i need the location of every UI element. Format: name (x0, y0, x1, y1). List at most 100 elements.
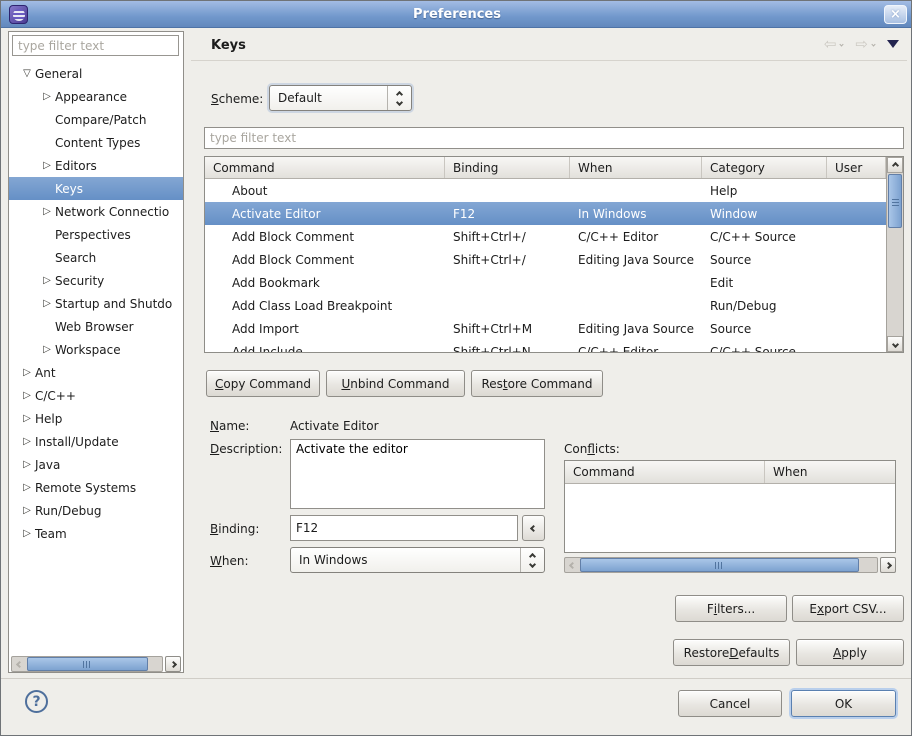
copy-command-button[interactable]: Copy Command (206, 370, 320, 397)
expander-collapsed-icon[interactable]: ▷ (19, 459, 35, 470)
table-row[interactable]: Add IncludeShift+Ctrl+NC/C++ EditorC/C++… (205, 340, 886, 352)
sidebar-item-perspectives[interactable]: Perspectives (9, 223, 183, 246)
sidebar-item-network-connections[interactable]: ▷Network Connectio (9, 200, 183, 223)
expander-collapsed-icon[interactable]: ▷ (19, 482, 35, 493)
sidebar-item-remote-systems[interactable]: ▷Remote Systems (9, 476, 183, 499)
forward-menu-chevron-icon[interactable] (871, 42, 875, 46)
chevron-left-icon (530, 524, 537, 531)
expander-collapsed-icon[interactable]: ▷ (39, 91, 55, 102)
column-header-user[interactable]: User (827, 157, 886, 178)
sidebar-item-help[interactable]: ▷Help (9, 407, 183, 430)
back-arrow-icon[interactable]: ⇦ (824, 35, 837, 53)
sidebar-item-keys[interactable]: Keys (9, 177, 183, 200)
scrollbar-thumb[interactable] (27, 657, 148, 671)
conflicts-label: Conflicts: (564, 442, 620, 456)
when-combo[interactable]: In Windows (290, 547, 545, 573)
expander-collapsed-icon[interactable]: ▷ (19, 390, 35, 401)
page-title: Keys (211, 38, 246, 53)
filters-button[interactable]: Filters... (675, 595, 787, 622)
scroll-left-button[interactable] (565, 558, 580, 572)
command-filter-input[interactable] (204, 127, 904, 149)
sidebar-item-run-debug[interactable]: ▷Run/Debug (9, 499, 183, 522)
eclipse-icon (9, 5, 28, 24)
restore-command-button[interactable]: Restore Command (471, 370, 603, 397)
close-button[interactable]: × (884, 5, 907, 24)
expander-collapsed-icon[interactable]: ▷ (39, 160, 55, 171)
scroll-right-button[interactable] (165, 656, 181, 672)
chevron-right-icon (169, 660, 176, 667)
sidebar-item-compare-patch[interactable]: Compare/Patch (9, 108, 183, 131)
table-row[interactable]: Add Class Load BreakpointRun/Debug (205, 294, 886, 317)
expander-collapsed-icon[interactable]: ▷ (19, 367, 35, 378)
table-row[interactable]: Add Block CommentShift+Ctrl+/Editing Jav… (205, 248, 886, 271)
sidebar-item-install-update[interactable]: ▷Install/Update (9, 430, 183, 453)
ok-button[interactable]: OK (791, 690, 896, 717)
sidebar-item-content-types[interactable]: Content Types (9, 131, 183, 154)
binding-label: Binding: (210, 522, 259, 536)
sidebar-item-ant[interactable]: ▷Ant (9, 361, 183, 384)
expander-collapsed-icon[interactable]: ▷ (19, 413, 35, 424)
conflicts-column-when[interactable]: When (765, 461, 895, 483)
restore-defaults-button[interactable]: Restore Defaults (673, 639, 790, 666)
sidebar-hscrollbar[interactable] (11, 656, 181, 672)
expander-collapsed-icon[interactable]: ▷ (19, 505, 35, 516)
table-row-selected[interactable]: Activate EditorF12In WindowsWindow (205, 202, 886, 225)
expander-collapsed-icon[interactable]: ▷ (39, 344, 55, 355)
export-csv-button[interactable]: Export CSV... (792, 595, 904, 622)
table-row[interactable]: Add Block CommentShift+Ctrl+/C/C++ Edito… (205, 225, 886, 248)
expander-collapsed-icon[interactable]: ▷ (39, 298, 55, 309)
sidebar-item-c-cpp[interactable]: ▷C/C++ (9, 384, 183, 407)
conflicts-hscrollbar[interactable] (564, 557, 896, 573)
scroll-left-button[interactable] (12, 657, 27, 671)
sidebar-item-appearance[interactable]: ▷Appearance (9, 85, 183, 108)
expander-expanded-icon[interactable]: ▽ (19, 68, 35, 79)
conflicts-column-command[interactable]: Command (565, 461, 765, 483)
scrollbar-thumb[interactable] (888, 174, 902, 228)
expander-collapsed-icon[interactable]: ▷ (19, 436, 35, 447)
unbind-command-button[interactable]: Unbind Command (326, 370, 465, 397)
sidebar-item-editors[interactable]: ▷Editors (9, 154, 183, 177)
scroll-up-button[interactable] (887, 157, 903, 173)
binding-history-button[interactable] (522, 515, 545, 541)
combo-arrows-icon (520, 548, 544, 572)
question-mark-icon: ? (32, 694, 40, 710)
sidebar-item-workspace[interactable]: ▷Workspace (9, 338, 183, 361)
sidebar-filter-input[interactable] (12, 35, 179, 56)
sidebar-item-java[interactable]: ▷Java (9, 453, 183, 476)
page-header: Keys ⇦ ⇨ (191, 29, 907, 61)
table-vscrollbar[interactable] (886, 157, 903, 352)
table-row[interactable]: AboutHelp (205, 179, 886, 202)
grip-icon (715, 562, 724, 569)
scrollbar-thumb[interactable] (580, 558, 859, 572)
apply-button[interactable]: Apply (796, 639, 904, 666)
binding-input[interactable] (290, 515, 518, 541)
grip-icon (892, 197, 899, 206)
expander-collapsed-icon[interactable]: ▷ (39, 275, 55, 286)
column-header-category[interactable]: Category (702, 157, 827, 178)
column-header-when[interactable]: When (570, 157, 702, 178)
scroll-down-button[interactable] (887, 336, 903, 352)
view-menu-icon[interactable] (887, 40, 899, 48)
forward-arrow-icon[interactable]: ⇨ (855, 35, 868, 53)
sidebar-item-web-browser[interactable]: Web Browser (9, 315, 183, 338)
table-row[interactable]: Add BookmarkEdit (205, 271, 886, 294)
expander-collapsed-icon[interactable]: ▷ (39, 206, 55, 217)
scheme-combo[interactable]: Default (269, 85, 412, 111)
chevron-right-icon (884, 561, 891, 568)
cancel-button[interactable]: Cancel (678, 690, 782, 717)
name-label: Name: (210, 419, 249, 433)
help-button[interactable]: ? (25, 690, 48, 713)
back-menu-chevron-icon[interactable] (840, 42, 844, 46)
scroll-right-button[interactable] (880, 557, 896, 573)
sidebar-item-team[interactable]: ▷Team (9, 522, 183, 545)
window-title: Preferences (1, 7, 912, 22)
sidebar-item-security[interactable]: ▷Security (9, 269, 183, 292)
sidebar-item-startup-and-shutdown[interactable]: ▷Startup and Shutdo (9, 292, 183, 315)
sidebar-item-general[interactable]: ▽General (9, 62, 183, 85)
sidebar-item-search[interactable]: Search (9, 246, 183, 269)
column-header-command[interactable]: Command (205, 157, 445, 178)
expander-collapsed-icon[interactable]: ▷ (19, 528, 35, 539)
description-textarea[interactable]: Activate the editor (290, 439, 545, 509)
table-row[interactable]: Add ImportShift+Ctrl+MEditing Java Sourc… (205, 317, 886, 340)
column-header-binding[interactable]: Binding (445, 157, 570, 178)
